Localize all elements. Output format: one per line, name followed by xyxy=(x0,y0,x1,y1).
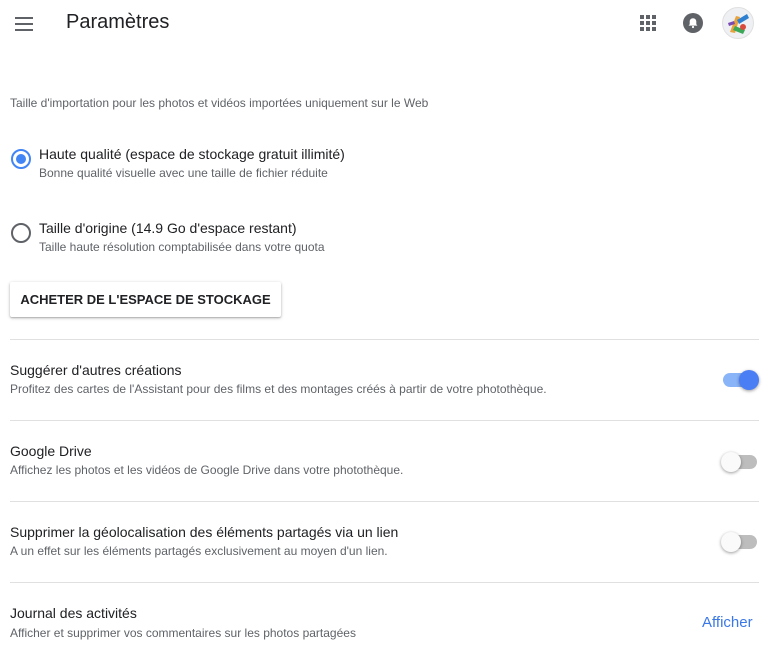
radio-button-unselected[interactable] xyxy=(11,223,31,243)
setting-title-suggestions: Suggérer d'autres créations xyxy=(10,362,182,378)
upload-size-section-label: Taille d'importation pour les photos et … xyxy=(10,96,429,110)
option-subtitle: Taille haute résolution comptabilisée da… xyxy=(39,240,325,254)
divider xyxy=(10,582,759,583)
setting-description-activity-log: Afficher et supprimer vos commentaires s… xyxy=(10,626,356,640)
top-app-bar: Paramètres xyxy=(0,0,770,48)
bell-icon[interactable] xyxy=(683,13,703,33)
show-activity-link[interactable]: Afficher xyxy=(702,614,753,631)
divider xyxy=(10,339,759,340)
option-subtitle: Bonne qualité visuelle avec une taille d… xyxy=(39,166,328,180)
original-size-option[interactable]: Taille d'origine (14.9 Go d'espace resta… xyxy=(10,220,750,260)
setting-description-geolocation: A un effet sur les éléments partagés exc… xyxy=(10,544,388,558)
remove-geolocation-toggle[interactable] xyxy=(721,531,759,553)
option-title: Taille d'origine (14.9 Go d'espace resta… xyxy=(39,220,297,236)
hamburger-menu-icon[interactable] xyxy=(13,13,35,35)
page-title: Paramètres xyxy=(66,11,170,33)
divider xyxy=(10,501,759,502)
high-quality-option[interactable]: Haute qualité (espace de stockage gratui… xyxy=(10,146,750,186)
setting-title-activity-log: Journal des activités xyxy=(10,605,137,621)
setting-description-google-drive: Affichez les photos et les vidéos de Goo… xyxy=(10,463,404,477)
google-drive-toggle[interactable] xyxy=(721,451,759,473)
setting-title-geolocation: Supprimer la géolocalisation des élément… xyxy=(10,524,399,540)
suggestions-toggle[interactable] xyxy=(721,369,759,391)
radio-button-selected[interactable] xyxy=(11,149,31,169)
option-title: Haute qualité (espace de stockage gratui… xyxy=(39,146,345,162)
user-avatar[interactable] xyxy=(722,7,754,39)
setting-description-suggestions: Profitez des cartes de l'Assistant pour … xyxy=(10,382,547,396)
apps-grid-icon[interactable] xyxy=(640,15,656,31)
divider xyxy=(10,420,759,421)
buy-storage-button[interactable]: ACHETER DE L'ESPACE DE STOCKAGE xyxy=(10,282,281,317)
setting-title-google-drive: Google Drive xyxy=(10,443,92,459)
